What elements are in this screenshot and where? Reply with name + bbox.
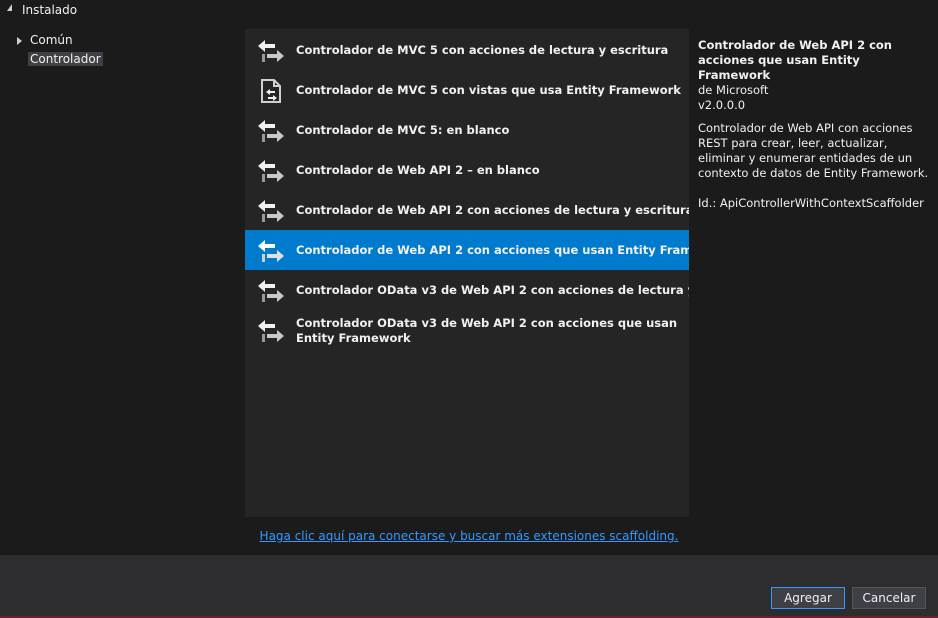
template-row[interactable]: Controlador de Web API 2 – en blanco (245, 150, 689, 190)
template-name: Controlador de Web API 2 con acciones qu… (296, 243, 689, 257)
template-list[interactable]: Controlador de MVC 5 con acciones de lec… (245, 29, 689, 517)
details-version: v2.0.0.0 (698, 98, 746, 112)
template-name: Controlador de Web API 2 con acciones de… (296, 203, 689, 217)
tree-item-label: Común (30, 33, 73, 47)
controller-icon (256, 198, 286, 224)
tree-header-label: Instalado (22, 3, 78, 17)
template-row[interactable]: Controlador de MVC 5: en blanco (245, 110, 689, 150)
details-panel: Controlador de Web API 2 con acciones qu… (698, 38, 934, 211)
template-name: Controlador de MVC 5: en blanco (296, 123, 510, 137)
details-title: Controlador de Web API 2 con acciones qu… (698, 38, 892, 82)
tree-header[interactable]: Instalado (0, 0, 938, 20)
template-row-selected[interactable]: Controlador de Web API 2 con acciones qu… (245, 230, 689, 270)
template-name: Controlador de MVC 5 con vistas que usa … (296, 83, 681, 97)
template-row[interactable]: Controlador de MVC 5 con vistas que usa … (245, 70, 689, 110)
add-button[interactable]: Agregar (771, 587, 845, 609)
template-name: Controlador de Web API 2 – en blanco (296, 163, 540, 177)
tree-item-comun[interactable]: Común (16, 32, 216, 50)
cancel-button[interactable]: Cancelar (852, 587, 926, 609)
details-description: Controlador de Web API con acciones REST… (698, 121, 929, 180)
template-name: Controlador de MVC 5 con acciones de lec… (296, 43, 669, 57)
template-row[interactable]: Controlador de MVC 5 con acciones de lec… (245, 30, 689, 70)
dialog-footer: Agregar Cancelar (0, 555, 938, 618)
template-name: Controlador OData v3 de Web API 2 con ac… (296, 316, 678, 345)
collapsed-arrow-icon[interactable] (17, 37, 22, 45)
controller-icon (256, 158, 286, 184)
controller-icon (256, 238, 286, 264)
template-name: Controlador OData v3 de Web API 2 con ac… (296, 283, 689, 297)
controller-icon (256, 38, 286, 64)
controller-icon (256, 118, 286, 144)
details-id: Id.: ApiControllerWithContextScaffolder (698, 196, 924, 210)
expanded-arrow-icon[interactable] (7, 4, 12, 11)
controller-icon (256, 318, 286, 344)
tree-item-label: Controlador (28, 52, 103, 66)
tree-item-controlador[interactable]: Controlador (28, 51, 228, 69)
template-row[interactable]: Controlador OData v3 de Web API 2 con ac… (245, 310, 689, 354)
online-extensions-link[interactable]: Haga clic aquí para conectarse y buscar … (260, 529, 679, 543)
details-publisher: de Microsoft (698, 83, 769, 97)
template-row[interactable]: Controlador OData v3 de Web API 2 con ac… (245, 270, 689, 310)
template-row[interactable]: Controlador de Web API 2 con acciones de… (245, 190, 689, 230)
controller-icon (256, 278, 286, 304)
controller-views-icon (256, 78, 286, 104)
link-row: Haga clic aquí para conectarse y buscar … (0, 529, 938, 543)
